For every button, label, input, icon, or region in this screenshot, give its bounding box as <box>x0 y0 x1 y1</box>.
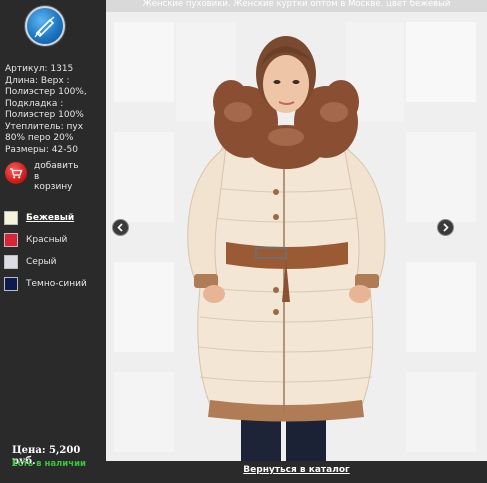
chevron-left-icon[interactable] <box>116 223 125 232</box>
product-title: Женские пуховики. Женские куртки оптом в… <box>142 0 451 9</box>
coat-model-image <box>106 12 487 461</box>
sidebar: Артикул: 1315 Длина: Верх : Полиэстер 10… <box>0 0 106 483</box>
color-option-red[interactable]: Красный <box>4 229 106 251</box>
spec-line: Размеры: 42-50 <box>5 144 78 155</box>
stock-status: Есть в наличии <box>12 459 86 469</box>
product-specs: Артикул: 1315 Длина: Верх : Полиэстер 10… <box>5 64 105 156</box>
chevron-right-icon[interactable] <box>441 223 450 232</box>
spec-line: Подкладка : <box>5 98 64 109</box>
spec-line: Длина: Верх : <box>5 75 70 86</box>
color-option-navy[interactable]: Темно-синий <box>4 273 106 295</box>
spec-line: Артикул: 1315 <box>5 64 74 74</box>
color-swatch[interactable] <box>4 211 18 225</box>
color-label[interactable]: Красный <box>26 235 67 245</box>
back-to-catalog-link[interactable]: Вернуться в каталог <box>106 465 487 475</box>
color-label[interactable]: Серый <box>26 257 57 267</box>
color-label[interactable]: Бежевый <box>26 213 74 223</box>
product-gallery: Женские пуховики. Женские куртки оптом в… <box>106 0 487 483</box>
next-image-button[interactable] <box>437 219 454 236</box>
color-option-beige[interactable]: Бежевый <box>4 207 106 229</box>
add-to-cart-button[interactable]: добавить в корзину <box>5 161 94 193</box>
color-options: Бежевый Красный Серый Темно-синий <box>4 207 106 295</box>
color-swatch[interactable] <box>4 255 18 269</box>
spec-line: Полиэстер 100%, <box>5 87 87 97</box>
spec-line: Утеплитель: пух <box>5 121 84 132</box>
spec-line: 80% перо 20% <box>5 133 74 143</box>
add-to-cart-line[interactable]: в <box>34 172 94 183</box>
color-option-gray[interactable]: Серый <box>4 251 106 273</box>
color-swatch[interactable] <box>4 233 18 247</box>
cart-icon[interactable] <box>5 162 27 184</box>
color-swatch[interactable] <box>4 277 18 291</box>
logo[interactable] <box>25 6 65 46</box>
add-to-cart-line[interactable]: добавить <box>34 161 94 172</box>
product-photo <box>106 12 487 461</box>
pencil-logo-icon <box>34 16 55 38</box>
prev-image-button[interactable] <box>112 219 129 236</box>
color-label[interactable]: Темно-синий <box>26 279 87 289</box>
add-to-cart-line[interactable]: корзину <box>34 182 94 193</box>
add-to-cart-label[interactable]: добавить в корзину <box>34 161 94 193</box>
spec-line: Полиэстер 100% <box>5 110 84 120</box>
